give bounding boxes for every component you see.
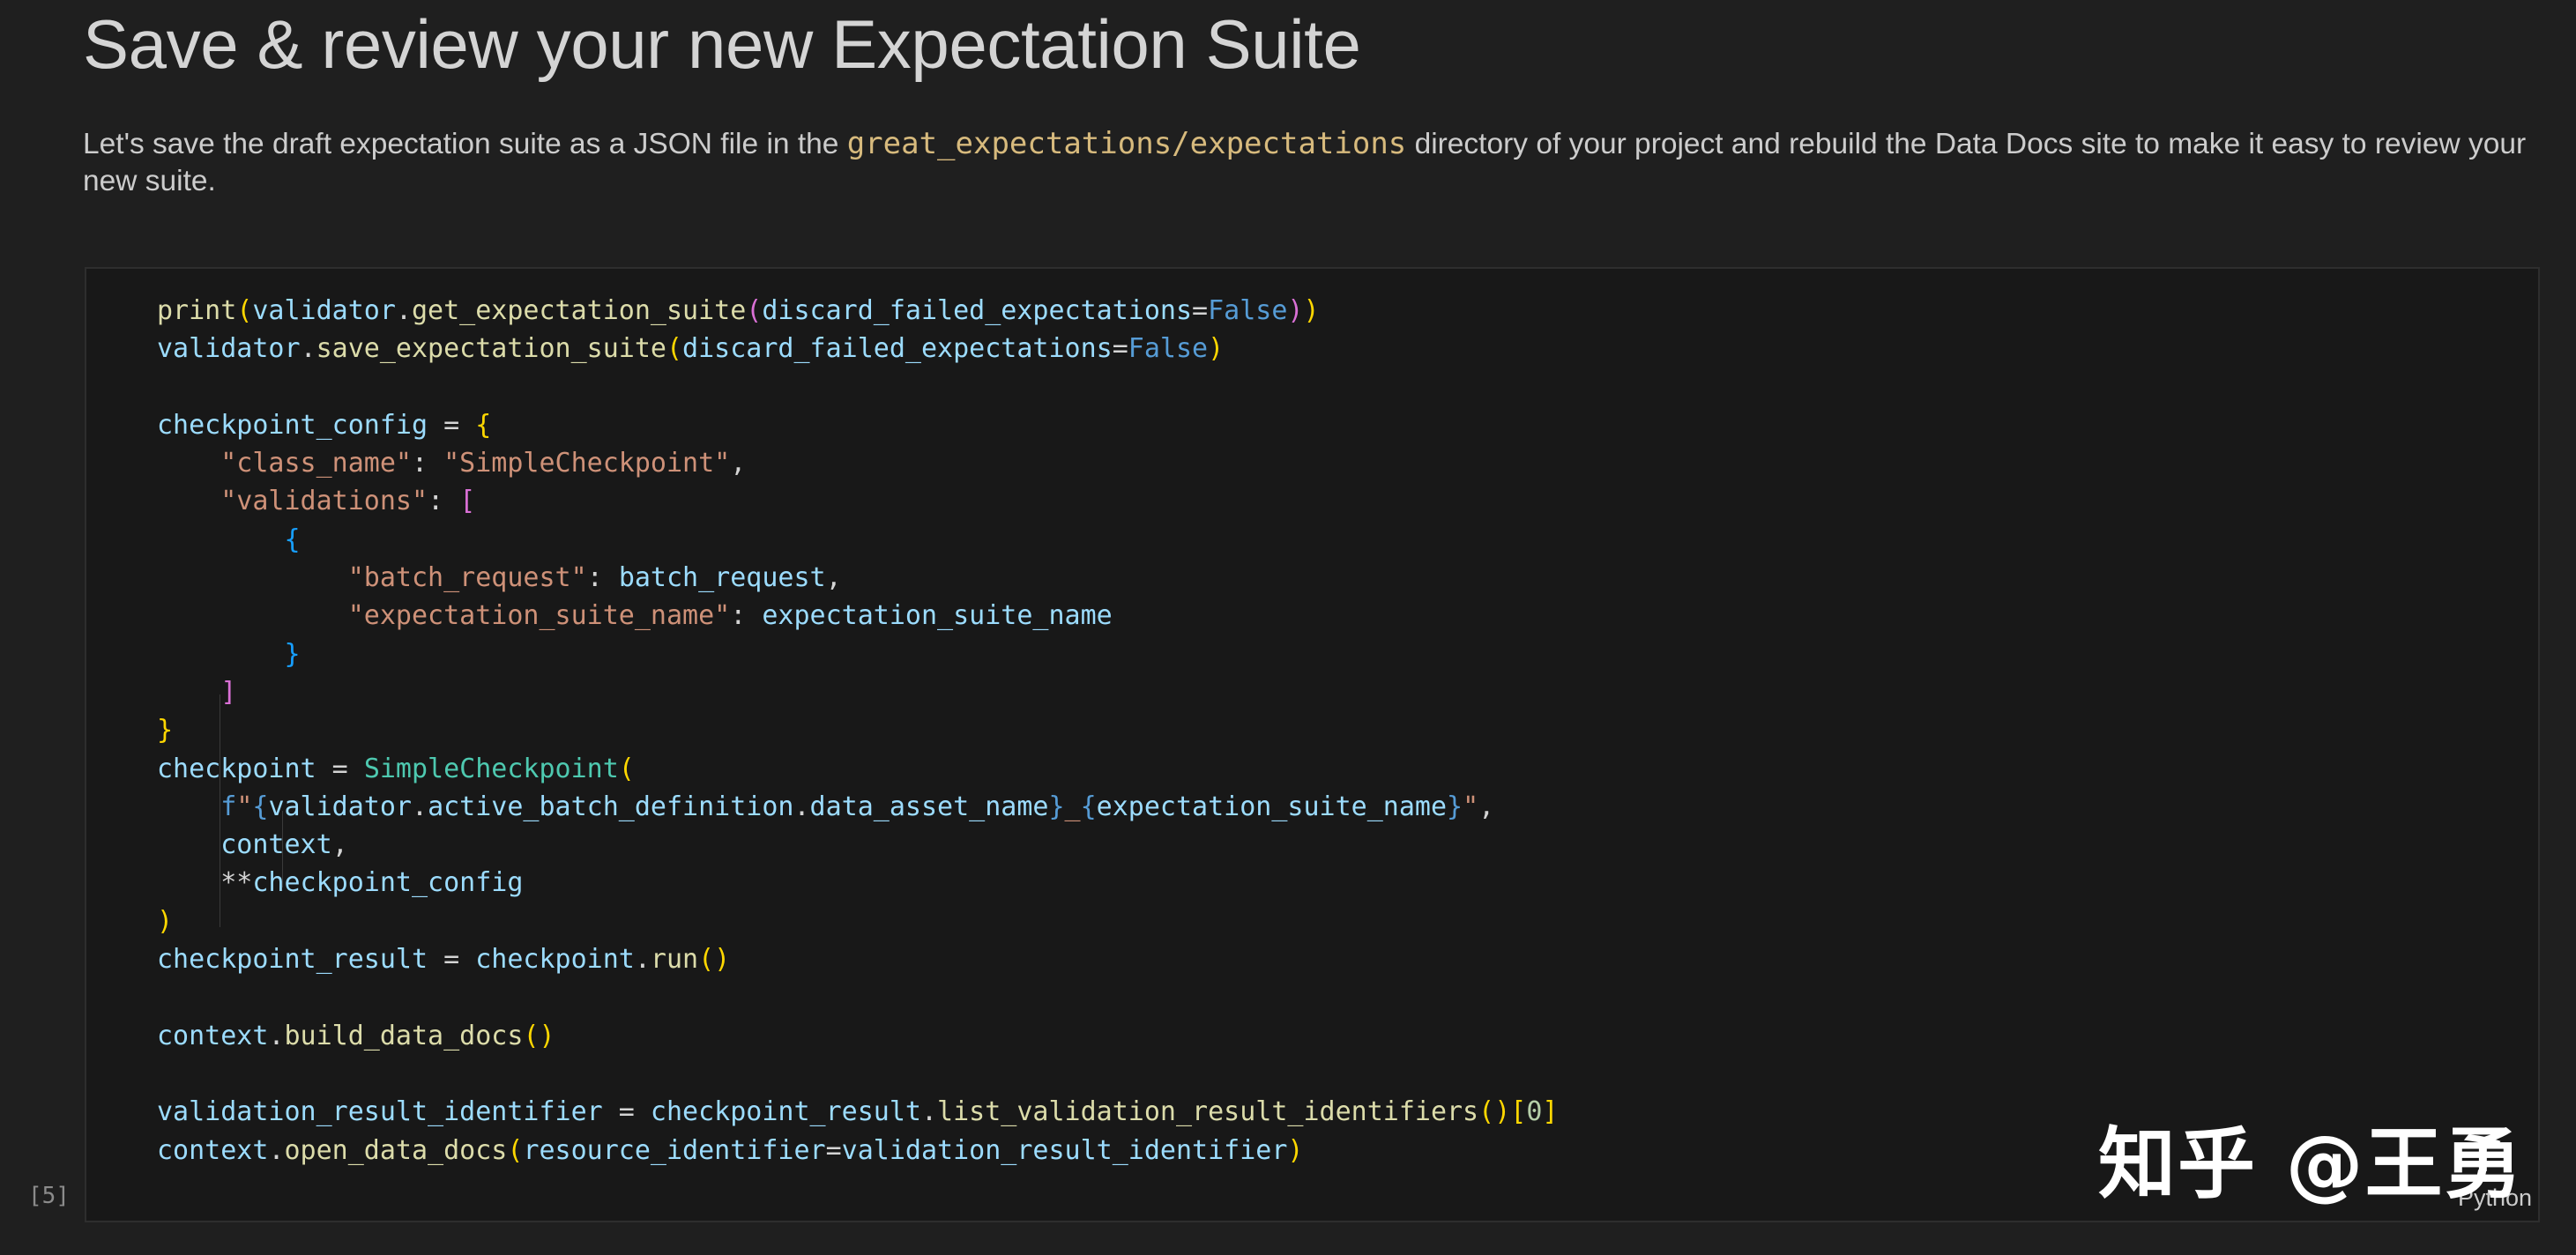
code-line: } [284,638,301,670]
code-line: context.open_data_docs(resource_identifi… [157,1134,1304,1166]
code-cell-editor[interactable]: print(validator.get_expectation_suite(di… [85,267,2540,1222]
code-line: print(validator.get_expectation_suite(di… [157,295,1320,326]
code-lines: print(validator.get_expectation_suite(di… [157,292,1558,1170]
code-line: "validations": [ [220,486,476,517]
markdown-heading: Save & review your new Expectation Suite [83,5,1361,83]
code-line: f"{validator.active_batch_definition.dat… [220,791,1495,822]
paragraph-text-start: Let's save the draft expectation suite a… [83,128,847,160]
code-line: context, [220,829,348,861]
code-line: ) [157,905,174,937]
code-line: validation_result_identifier = checkpoin… [157,1096,1559,1128]
code-line: } [157,715,174,746]
code-line: validator.save_expectation_suite(discard… [157,333,1225,365]
code-line: "class_name": "SimpleCheckpoint", [220,448,747,479]
markdown-paragraph: Let's save the draft expectation suite a… [83,125,2534,200]
code-line: ] [220,676,237,708]
execution-count: [5] [28,1183,70,1209]
code-line: { [284,524,301,555]
inline-code-path: great_expectations/expectations [846,126,1407,161]
code-line: checkpoint_result = checkpoint.run() [157,944,731,976]
code-line: context.build_data_docs() [157,1020,555,1051]
code-line: checkpoint = SimpleCheckpoint( [157,753,635,784]
code-line: "expectation_suite_name": expectation_su… [347,600,1113,632]
code-line: **checkpoint_config [157,867,524,899]
code-line: checkpoint_config = { [157,409,492,441]
code-line: "batch_request": batch_request, [347,562,842,594]
watermark-text: 知乎 @王勇 [2098,1118,2524,1209]
